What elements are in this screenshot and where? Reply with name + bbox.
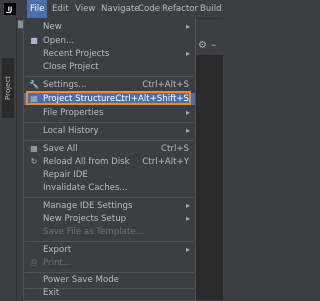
menu-item-exit[interactable]: Exit [24, 287, 195, 299]
menu-item-label: Exit [43, 288, 60, 298]
menu-item-label: Power Save Mode [43, 275, 119, 285]
menu-edit[interactable]: Edit [49, 0, 72, 18]
menu-separator [25, 122, 194, 123]
reload-icon: ↻ [30, 157, 38, 166]
menu-item-label: File Properties [43, 108, 104, 118]
menu-item-reload-all[interactable]: ↻ Reload All from Disk Ctrl+Alt+Y [24, 156, 195, 168]
menu-item-save-file-as-template: Save File as Template... [24, 226, 195, 238]
menu-item-export[interactable]: Export ▸ [24, 244, 195, 256]
menu-file[interactable]: File [27, 0, 48, 18]
menu-refactor[interactable]: Refactor [159, 0, 201, 18]
wrench-icon: 🔧 [29, 80, 39, 89]
menu-item-recent-projects[interactable]: Recent Projects ▸ [24, 48, 195, 60]
menu-item-label: Local History [43, 126, 99, 136]
menu-separator [25, 197, 194, 198]
menu-item-project-structure[interactable]: ▦ Project Structure... Ctrl+Alt+Shift+S [24, 93, 195, 105]
menu-item-local-history[interactable]: Local History ▸ [24, 125, 195, 137]
menu-separator [25, 241, 194, 242]
submenu-arrow-icon: ▸ [185, 22, 190, 31]
menu-item-label: Settings... [43, 80, 87, 90]
menu-item-shortcut: Ctrl+Alt+Shift+S [115, 94, 189, 104]
folder-open-icon: ■ [30, 36, 38, 45]
project-side-tab[interactable]: Project [2, 58, 14, 118]
menu-view[interactable]: View [72, 0, 98, 18]
menu-item-new-projects-setup[interactable]: New Projects Setup ▸ [24, 213, 195, 225]
menu-item-shortcut: Ctrl+Alt+Y [142, 157, 189, 167]
menu-item-label: Recent Projects [43, 49, 110, 59]
menu-item-close-project[interactable]: Close Project [24, 61, 195, 73]
menu-item-label: Save File as Template... [43, 227, 144, 237]
menu-item-file-properties[interactable]: File Properties ▸ [24, 107, 195, 119]
menu-item-label: New Projects Setup [43, 214, 127, 224]
menu-item-repair-ide[interactable]: Repair IDE [24, 169, 195, 181]
menu-item-label: Save All [43, 144, 78, 154]
menu-item-label: Repair IDE [43, 170, 88, 180]
left-tool-strip: Project [0, 18, 17, 300]
menu-item-save-all[interactable]: ▦ Save All Ctrl+S [24, 143, 195, 155]
menu-item-label: Export [43, 245, 72, 255]
menu-item-label: Print... [43, 258, 71, 268]
intellij-logo-icon: IJ [4, 3, 16, 15]
menu-item-settings[interactable]: 🔧 Settings... Ctrl+Alt+S [24, 79, 195, 91]
menu-item-label: Project Structure... [43, 94, 124, 104]
menu-item-shortcut: Ctrl+S [161, 144, 189, 154]
menu-bar: IJ File Edit View Navigate Code Refactor… [0, 0, 223, 19]
menu-item-new[interactable]: New ▸ [24, 21, 195, 33]
menu-separator [25, 140, 194, 141]
menu-item-label: Invalidate Caches... [43, 183, 128, 193]
submenu-arrow-icon: ▸ [185, 108, 190, 117]
menu-item-open[interactable]: ■ Open... [24, 35, 195, 47]
menu-item-invalidate-caches[interactable]: Invalidate Caches... [24, 182, 195, 194]
menu-item-label: Open... [43, 36, 75, 46]
project-structure-icon: ▦ [30, 94, 38, 103]
menu-separator [25, 272, 194, 273]
menu-item-print: ⎙ Print... [24, 257, 195, 269]
menu-item-label: Manage IDE Settings [43, 201, 133, 211]
menu-item-label: New [43, 22, 62, 32]
menu-separator [25, 76, 194, 77]
submenu-arrow-icon: ▸ [185, 201, 190, 210]
menu-build[interactable]: Build [197, 0, 225, 18]
submenu-arrow-icon: ▸ [185, 245, 190, 254]
save-icon: ▦ [30, 144, 38, 153]
menu-item-power-save-mode[interactable]: Power Save Mode [24, 274, 195, 286]
menu-item-shortcut: Ctrl+Alt+S [142, 80, 189, 90]
submenu-arrow-icon: ▸ [185, 214, 190, 223]
printer-icon: ⎙ [30, 258, 38, 267]
menu-item-label: Close Project [43, 62, 99, 72]
submenu-arrow-icon: ▸ [185, 49, 190, 58]
submenu-arrow-icon: ▸ [185, 126, 190, 135]
file-menu-dropdown: New ▸ ■ Open... Recent Projects ▸ Close … [23, 18, 196, 301]
minimize-icon[interactable]: – [211, 38, 217, 51]
gear-icon[interactable]: ⚙ [198, 40, 207, 51]
menu-item-label: Reload All from Disk [43, 157, 130, 167]
menu-item-manage-ide-settings[interactable]: Manage IDE Settings ▸ [24, 200, 195, 212]
